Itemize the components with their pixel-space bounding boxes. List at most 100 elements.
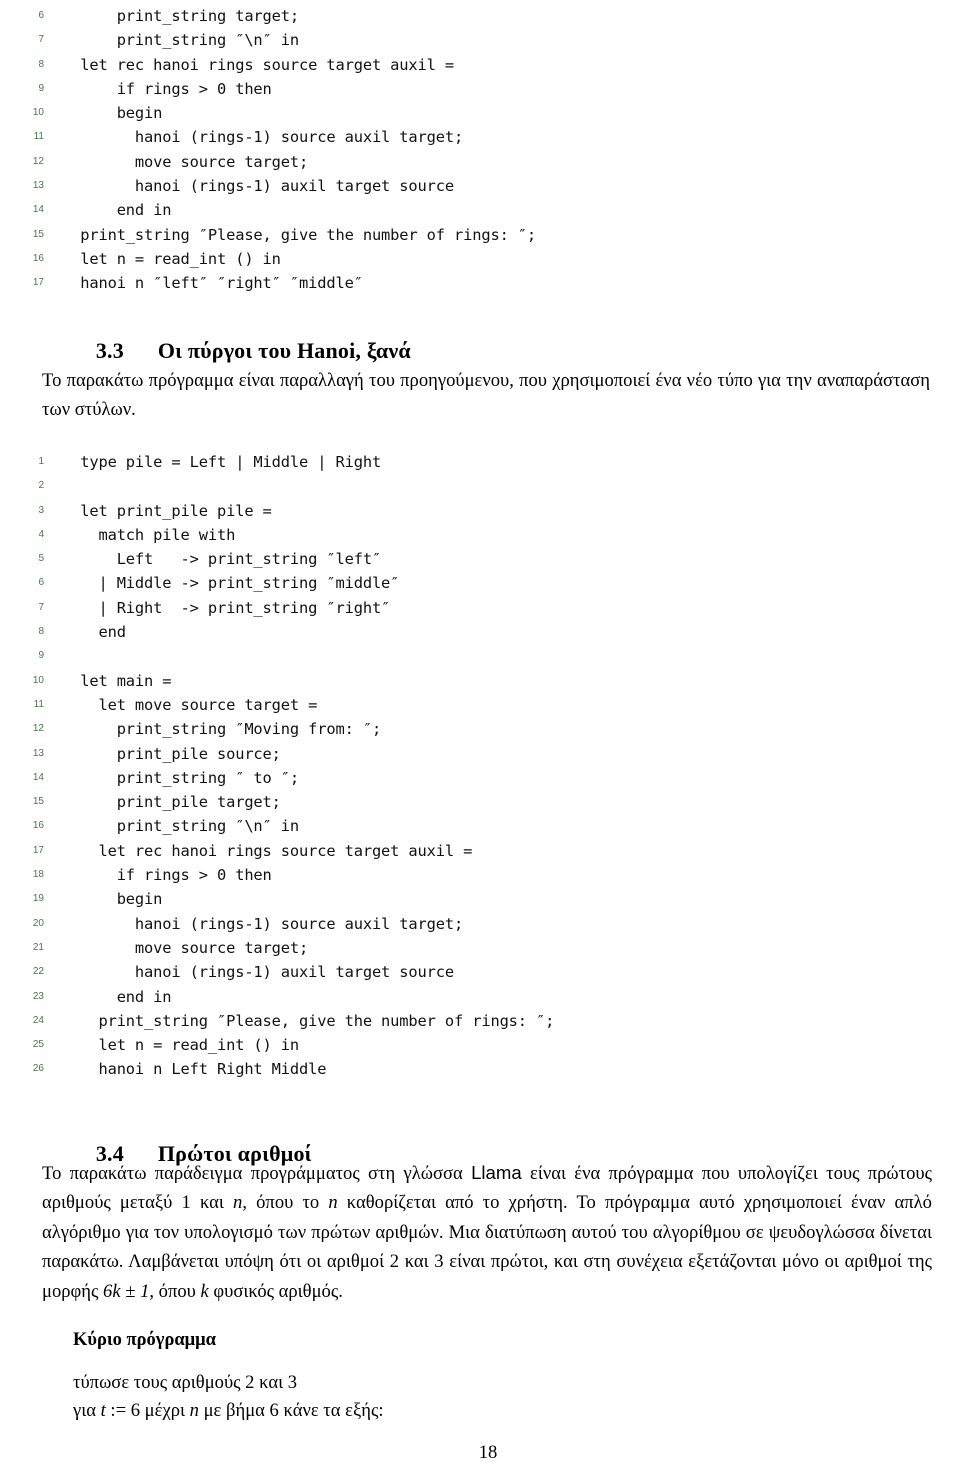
code-line-number: 6 (38, 577, 44, 589)
code-listing-hanoi-string-version: 6 print_string target; 7 print_string ″\n… (0, 4, 960, 296)
code-line-text: let n = read_int () in (62, 249, 281, 268)
code-line-number: 22 (32, 966, 44, 978)
code-line: 12 print_string ″Moving from: ″; (0, 717, 960, 741)
code-line: 7 print_string ″\n″ in (0, 28, 960, 52)
code-line: 17 hanoi n ″left″ ″right″ ″middle″ (0, 271, 960, 295)
code-line: 9 if rings > 0 then (0, 77, 960, 101)
math-n-1: n (233, 1192, 243, 1214)
page-number: 18 (0, 1442, 960, 1464)
code-line-number: 7 (38, 34, 44, 46)
code-line-text: let rec hanoi rings source target auxil … (62, 55, 454, 74)
section-number: 3.3 (95, 338, 124, 363)
code-line-number: 15 (32, 228, 44, 240)
para-part-6: φυσικός αριθμός. (208, 1280, 343, 1302)
code-line: 17 let rec hanoi rings source target aux… (0, 839, 960, 863)
code-line-number: 8 (38, 58, 44, 70)
para-part-5: , όπου (149, 1280, 201, 1302)
code-line-number: 21 (32, 941, 44, 953)
code-line: 19 begin (0, 887, 960, 911)
code-line-number: 19 (32, 893, 44, 905)
code-line-number: 23 (32, 990, 44, 1002)
code-line: 21 move source target; (0, 936, 960, 960)
code-line: 13 print_pile source; (0, 742, 960, 766)
code-line-number: 17 (32, 277, 44, 289)
code-line-number: 5 (38, 553, 44, 565)
code-line: 11 hanoi (rings-1) source auxil target; (0, 125, 960, 149)
page-number-value: 18 (478, 1442, 498, 1463)
code-line: 8 end (0, 620, 960, 644)
code-line: 8 let rec hanoi rings source target auxi… (0, 53, 960, 77)
code-line: 25 let n = read_int () in (0, 1033, 960, 1057)
code-line: 2 (0, 474, 960, 498)
code-line: 12 move source target; (0, 150, 960, 174)
code-line: 10 let main = (0, 669, 960, 693)
code-line-text: hanoi n Left Right Middle (62, 1060, 327, 1079)
code-line-number: 4 (38, 528, 44, 540)
code-line: 9 (0, 644, 960, 668)
code-line-number: 18 (32, 869, 44, 881)
code-line-text: hanoi (rings-1) source auxil target; (62, 128, 464, 147)
math-n-2: n (328, 1192, 338, 1214)
code-line: 7 | Right -> print_string ″right″ (0, 596, 960, 620)
code-line-text: move source target; (62, 152, 309, 171)
code-line-text: print_string ″Please, give the number of… (62, 1011, 555, 1030)
code-line-number: 20 (32, 917, 44, 929)
math-formula-6k: 6k ± 1 (103, 1280, 150, 1302)
code-line: 16 let n = read_int () in (0, 247, 960, 271)
code-line-text: end (62, 623, 126, 642)
code-line-text: print_string ″Moving from: ″; (62, 720, 382, 739)
code-line-number: 11 (33, 131, 44, 143)
code-line-number: 9 (38, 82, 44, 94)
code-line-text: print_pile target; (62, 793, 281, 812)
code-line-text: | Right -> print_string ″right″ (62, 598, 391, 617)
code-line-text: if rings > 0 then (62, 79, 272, 98)
math-n-3: n (189, 1400, 199, 1421)
code-line-number: 9 (38, 650, 44, 662)
code-line-number: 12 (32, 155, 44, 167)
code-line-number: 2 (38, 480, 44, 492)
code-line: 22 hanoi (rings-1) auxil target source (0, 960, 960, 984)
code-line-number: 26 (32, 1063, 44, 1075)
code-line-number: 10 (32, 674, 44, 686)
code-line-number: 14 (32, 771, 44, 783)
code-line: 1 type pile = Left | Middle | Right (0, 450, 960, 474)
code-line-text: move source target; (62, 938, 309, 957)
para-part-3: , όπου το (242, 1192, 329, 1214)
code-line-number: 3 (38, 504, 44, 516)
code-line: 6 | Middle -> print_string ″middle″ (0, 571, 960, 595)
code-line-text: begin (62, 104, 163, 123)
para-part-1: Το παρακάτω παράδειγμα προγράμματος στη … (42, 1163, 472, 1184)
math-k: k (200, 1280, 209, 1302)
section-3-3-paragraph: Το παρακάτω πρόγραμμα είναι παραλλαγή το… (42, 370, 930, 421)
code-line: 6 print_string target; (0, 4, 960, 28)
pseudocode-heading: Κύριο πρόγραμμα (73, 1330, 216, 1350)
code-line: 23 end in (0, 985, 960, 1009)
code-line-number: 10 (32, 107, 44, 119)
code-line-text: if rings > 0 then (62, 866, 272, 885)
code-line-text: end in (62, 987, 172, 1006)
code-line-number: 16 (32, 820, 44, 832)
code-line-text: match pile with (62, 525, 236, 544)
language-name: Llama (471, 1162, 522, 1183)
code-line-number: 11 (33, 698, 44, 710)
code-line-number: 17 (32, 844, 44, 856)
code-line-text: print_string ″Please, give the number of… (62, 225, 537, 244)
code-line-text: Left -> print_string ″left″ (62, 550, 382, 569)
pseudo-part-a: για (73, 1400, 101, 1421)
code-line-number: 6 (38, 10, 44, 21)
code-line-number: 13 (32, 747, 44, 759)
code-line-text: print_pile source; (62, 744, 281, 763)
code-line: 13 hanoi (rings-1) auxil target source (0, 174, 960, 198)
code-line: 16 print_string ″\n″ in (0, 814, 960, 838)
code-line-text: | Middle -> print_string ″middle″ (62, 574, 400, 593)
code-line: 18 if rings > 0 then (0, 863, 960, 887)
code-line: 14 end in (0, 198, 960, 222)
code-line: 11 let move source target = (0, 693, 960, 717)
code-line-text: type pile = Left | Middle | Right (62, 453, 382, 471)
pseudo-part-c: με βήμα 6 κάνε τα εξής: (198, 1400, 384, 1421)
code-line-number: 14 (32, 204, 44, 216)
code-line: 26 hanoi n Left Right Middle (0, 1057, 960, 1081)
code-line-text: let n = read_int () in (62, 1036, 300, 1055)
code-line-text: print_string target; (62, 7, 300, 25)
code-line-text: let move source target = (62, 695, 318, 714)
